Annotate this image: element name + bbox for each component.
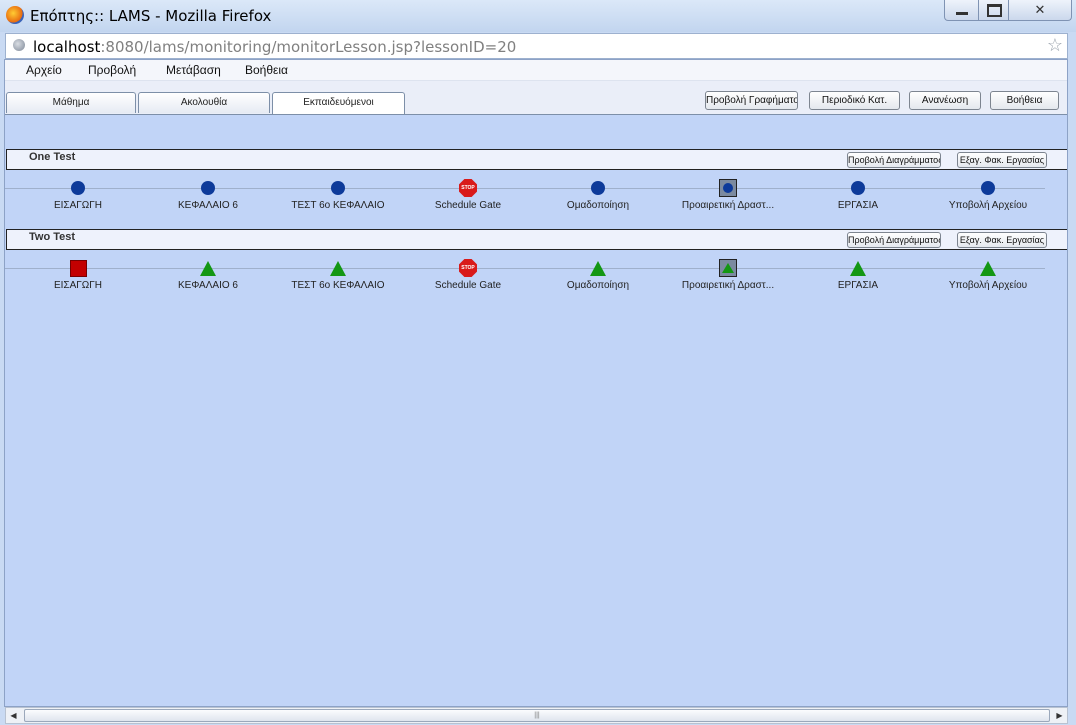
export-portfolio-button[interactable]: Εξαγ. Φακ. Εργασίας [957,152,1047,168]
red-square-icon[interactable] [69,259,87,277]
periodic-report-button[interactable]: Περιοδικό Κατ. [809,91,900,110]
minimize-icon [956,11,968,15]
activity-label: ΚΕΦΑΛΑΙΟ 6 [178,280,238,291]
blue-circle-icon[interactable] [199,179,217,197]
close-icon: ✕ [1034,2,1046,17]
maximize-button[interactable] [978,0,1010,21]
activity-label: Ομαδοποίηση [566,280,630,291]
activity-node[interactable]: Ομαδοποίηση [533,179,663,211]
scrollbar-thumb[interactable]: ||| [24,709,1050,722]
activity-label: Ομαδοποίηση [566,200,630,211]
tab-sequence[interactable]: Ακολουθία [138,92,270,113]
scroll-left-arrow-icon[interactable]: ◀ [6,708,21,723]
activity-label: Υποβολή Αρχείου [948,280,1028,291]
activity-node[interactable]: STOP Schedule Gate [403,259,533,291]
firefox-logo-icon [6,6,24,24]
window-title: Επόπτης:: LAMS - Mozilla Firefox [30,7,272,25]
close-window-button[interactable]: ✕ [1008,0,1072,21]
activity-node[interactable]: Υποβολή Αρχείου [923,259,1053,291]
monitor-page: Αρχείο Προβολή Μετάβαση Βοήθεια Μάθημα Α… [4,59,1068,707]
activity-node[interactable]: STOP Schedule Gate [403,179,533,211]
help-button[interactable]: Βοήθεια [990,91,1059,110]
learner-header: One Test Προβολή Διαγράμματος Εξαγ. Φακ. Ε… [6,149,1067,170]
menu-go[interactable]: Μετάβαση [166,63,221,77]
optional-box-circle-icon[interactable] [719,179,737,197]
green-triangle-icon[interactable] [199,259,217,277]
activity-label: Υποβολή Αρχείου [948,200,1028,211]
activity-node[interactable]: Προαιρετική Δραστ... [663,259,793,291]
activity-label: ΕΡΓΑΣΙΑ [837,280,879,291]
green-triangle-icon[interactable] [589,259,607,277]
green-triangle-icon[interactable] [329,259,347,277]
url-path: :8080/lams/monitoring/monitorLesson.jsp?… [100,38,517,56]
learner-header: Two Test Προβολή Διαγράμματος Εξαγ. Φακ. Ε… [6,229,1067,250]
activity-label: Προαιρετική Δραστ... [681,280,775,291]
stop-sign-icon[interactable]: STOP [459,259,477,277]
refresh-button[interactable]: Ανανέωση [909,91,981,110]
site-identity-icon[interactable] [13,39,25,51]
optional-box-triangle-icon[interactable] [719,259,737,277]
activity-label: ΤΕΣΤ 6ο ΚΕΦΑΛΑΙΟ [291,200,385,211]
activity-label: ΕΡΓΑΣΙΑ [837,200,879,211]
view-diagram-button[interactable]: Προβολή Διαγράμματος [847,232,941,248]
activity-node[interactable]: ΤΕΣΤ 6ο ΚΕΦΑΛΑΙΟ [273,179,403,211]
minimize-button[interactable] [944,0,980,21]
activity-label: ΚΕΦΑΛΑΙΟ 6 [178,200,238,211]
activity-node[interactable]: Ομαδοποίηση [533,259,663,291]
url-host: localhost [33,38,101,56]
activity-node[interactable]: ΚΕΦΑΛΑΙΟ 6 [143,259,273,291]
horizontal-scrollbar[interactable]: ◀ ||| ▶ [5,707,1068,724]
blue-circle-icon[interactable] [329,179,347,197]
learner-name: Two Test [29,231,76,243]
green-triangle-icon[interactable] [849,259,867,277]
tab-divider [5,114,1067,115]
green-triangle-icon[interactable] [979,259,997,277]
activity-label: ΕΙΣΑΓΩΓΗ [53,280,102,291]
activity-node[interactable]: ΕΡΓΑΣΙΑ [793,179,923,211]
maximize-icon [986,3,1002,17]
tab-strip: Μάθημα Ακολουθία Εκπαιδευόμενοι Προβολή … [5,81,1067,114]
blue-circle-icon[interactable] [589,179,607,197]
view-diagram-button[interactable]: Προβολή Διαγράμματος [847,152,941,168]
blue-circle-icon[interactable] [979,179,997,197]
tab-learners[interactable]: Εκπαιδευόμενοι [272,92,405,114]
export-portfolio-button[interactable]: Εξαγ. Φακ. Εργασίας [957,232,1047,248]
scroll-right-arrow-icon[interactable]: ▶ [1052,708,1067,723]
stop-sign-icon[interactable]: STOP [459,179,477,197]
view-graph-button[interactable]: Προβολή Γραφήματος [705,91,798,110]
activity-label: Schedule Gate [434,280,502,291]
window-title-bar: Επόπτης:: LAMS - Mozilla Firefox ✕ [0,0,1076,32]
activity-label: Schedule Gate [434,200,502,211]
tab-lesson[interactable]: Μάθημα [6,92,136,113]
address-bar[interactable]: localhost:8080/lams/monitoring/monitorLe… [5,33,1068,59]
activity-node[interactable]: ΤΕΣΤ 6ο ΚΕΦΑΛΑΙΟ [273,259,403,291]
activity-node[interactable]: ΕΙΣΑΓΩΓΗ [13,179,143,211]
activity-node[interactable]: Υποβολή Αρχείου [923,179,1053,211]
activity-label: Προαιρετική Δραστ... [681,200,775,211]
menu-help[interactable]: Βοήθεια [245,63,288,77]
menu-file[interactable]: Αρχείο [26,63,62,77]
url-text[interactable]: localhost:8080/lams/monitoring/monitorLe… [33,38,516,56]
menu-view[interactable]: Προβολή [88,63,136,77]
activity-node[interactable]: ΕΡΓΑΣΙΑ [793,259,923,291]
blue-circle-icon[interactable] [69,179,87,197]
app-menu-bar: Αρχείο Προβολή Μετάβαση Βοήθεια [5,60,1067,81]
learner-name: One Test [29,151,76,163]
activity-node[interactable]: ΕΙΣΑΓΩΓΗ [13,259,143,291]
activity-node[interactable]: ΚΕΦΑΛΑΙΟ 6 [143,179,273,211]
activity-node[interactable]: Προαιρετική Δραστ... [663,179,793,211]
activity-label: ΕΙΣΑΓΩΓΗ [53,200,102,211]
activity-label: ΤΕΣΤ 6ο ΚΕΦΑΛΑΙΟ [291,280,385,291]
blue-circle-icon[interactable] [849,179,867,197]
bookmark-star-icon[interactable]: ☆ [1047,35,1063,56]
